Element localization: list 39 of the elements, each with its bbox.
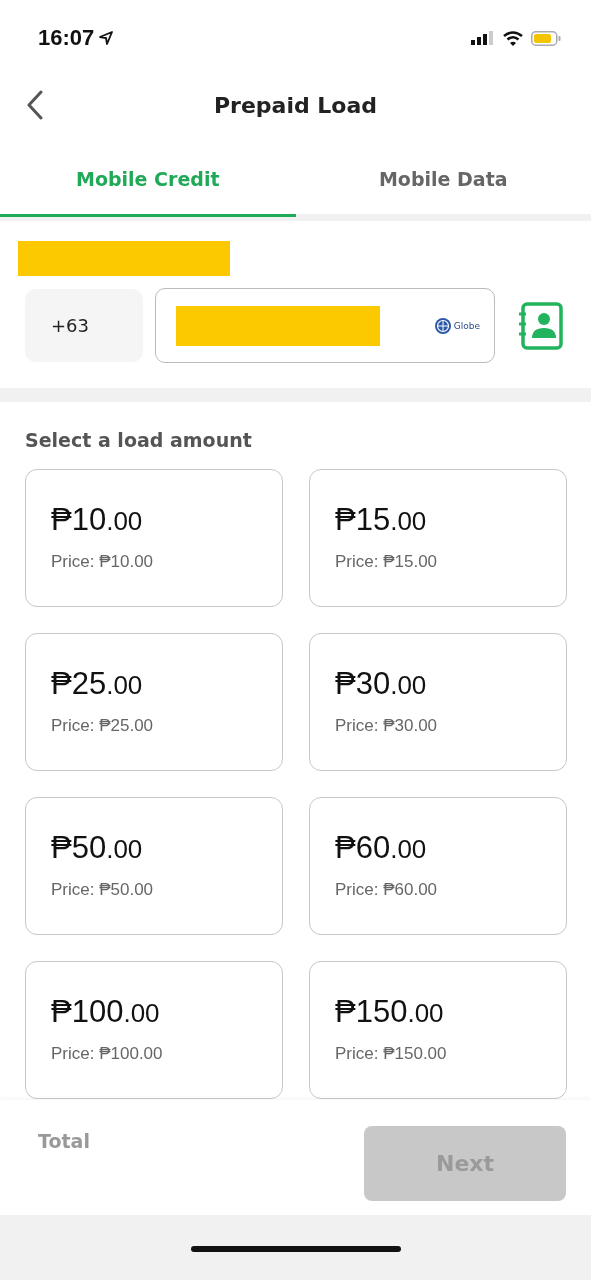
price-label: Price: ₱100.00	[51, 1044, 164, 1064]
amount-label: ₱10.00	[51, 502, 144, 538]
amount-card[interactable]: ₱150.00 Price: ₱150.00	[309, 961, 567, 1099]
section-heading: Select a load amount	[25, 429, 253, 451]
wifi-icon	[503, 30, 523, 46]
contact-book-icon[interactable]	[518, 301, 564, 350]
price-label: Price: ₱150.00	[335, 1044, 448, 1064]
amount-label: ₱15.00	[335, 502, 428, 538]
amount-label: ₱60.00	[335, 830, 428, 866]
tab[interactable]: Mobile Data	[295, 134, 591, 217]
amount-card[interactable]: ₱60.00 Price: ₱60.00	[309, 797, 567, 935]
location-arrow-icon	[99, 31, 114, 45]
back-icon[interactable]	[25, 90, 45, 120]
globe-icon	[433, 316, 452, 335]
price-label: Price: ₱60.00	[335, 880, 439, 900]
carrier-logo-text: Globe	[453, 320, 480, 331]
amount-card[interactable]: ₱10.00 Price: ₱10.00	[25, 469, 283, 607]
amount-card[interactable]: ₱15.00 Price: ₱15.00	[309, 469, 567, 607]
battery-icon	[531, 30, 561, 46]
page-title: Prepaid Load	[213, 92, 378, 118]
phone-number-field[interactable]: Globe	[155, 288, 495, 363]
price-label: Price: ₱10.00	[51, 552, 155, 572]
amount-label: ₱150.00	[335, 994, 445, 1030]
total-label: Total	[38, 1130, 90, 1152]
amount-label: ₱100.00	[51, 994, 161, 1030]
price-label: Price: ₱50.00	[51, 880, 155, 900]
status-time: 16:07	[38, 25, 95, 51]
signal-icon	[471, 31, 495, 45]
price-label: Price: ₱15.00	[335, 552, 439, 572]
amount-label: ₱25.00	[51, 666, 144, 702]
amount-label: ₱50.00	[51, 830, 144, 866]
amount-label: ₱30.00	[335, 666, 428, 702]
amount-card[interactable]: ₱30.00 Price: ₱30.00	[309, 633, 567, 771]
price-label: Price: ₱25.00	[51, 716, 155, 736]
country-code-field[interactable]: +63	[25, 289, 143, 362]
price-label: Price: ₱30.00	[335, 716, 439, 736]
amount-card[interactable]: ₱50.00 Price: ₱50.00	[25, 797, 283, 935]
amount-card[interactable]: ₱25.00 Price: ₱25.00	[25, 633, 283, 771]
amount-card[interactable]: ₱100.00 Price: ₱100.00	[25, 961, 283, 1099]
